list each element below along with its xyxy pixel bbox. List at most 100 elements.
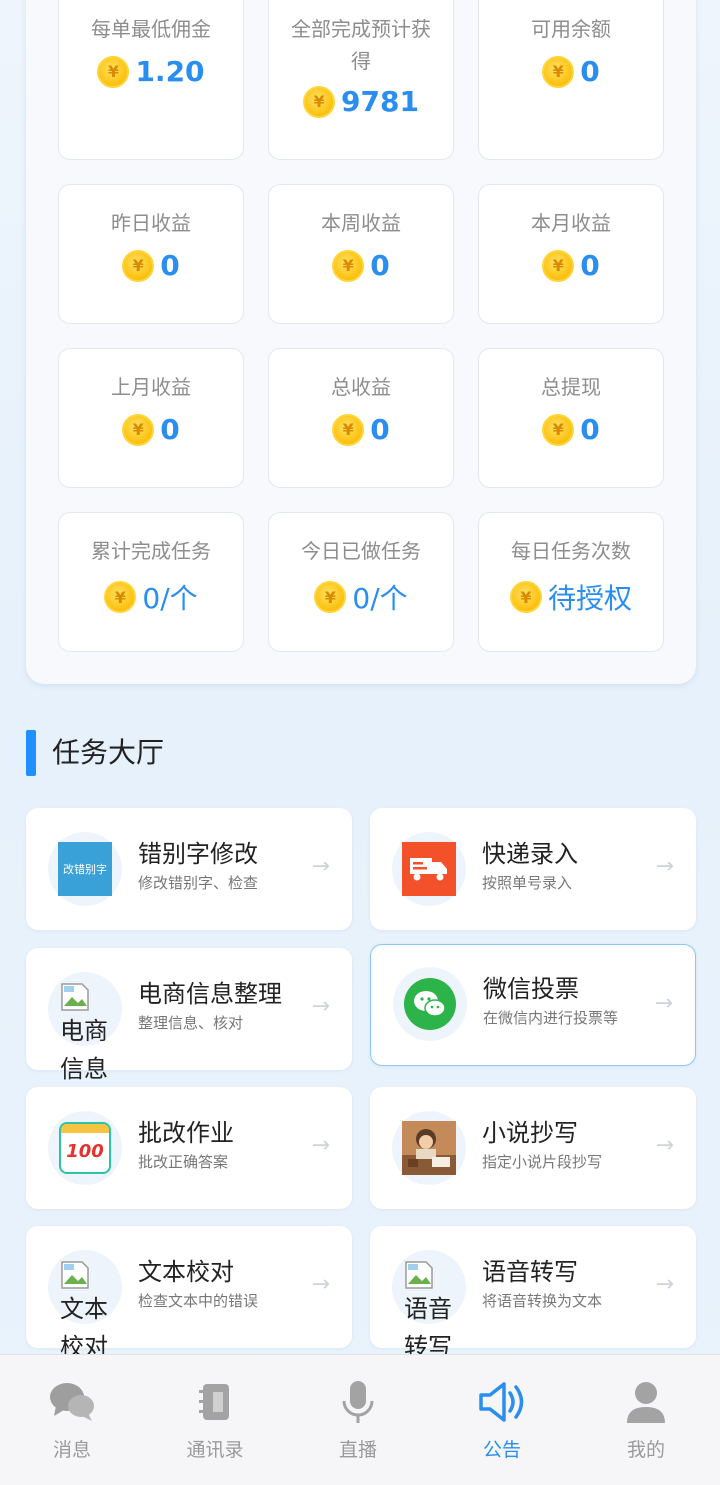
task-subtitle: 将语音转换为文本 <box>482 1292 603 1310</box>
coin-icon: ¥ <box>542 413 575 446</box>
stat-value: 1.20 <box>135 55 205 88</box>
task-title: 错别字修改 <box>138 840 258 868</box>
stat-label: 上月收益 <box>111 375 191 399</box>
stat-label: 全部完成预计获得 <box>291 17 431 73</box>
arrow-right-icon: → <box>655 854 674 879</box>
coin-icon: ¥ <box>542 55 575 88</box>
stat-value: 0 <box>370 249 390 282</box>
microphone-icon <box>303 1377 413 1427</box>
task-subtitle: 检查文本中的错误 <box>138 1292 259 1310</box>
task-subtitle: 修改错别字、检查 <box>138 874 259 892</box>
nav-item-messages[interactable]: 消息 <box>17 1377 127 1462</box>
task-card-proofread[interactable]: 文本校对 文本校对 检查文本中的错误 → <box>26 1226 352 1361</box>
nav-label: 公告 <box>482 1439 521 1461</box>
stat-cumulative-tasks: 累计完成任务 ¥ 0/个 <box>58 512 244 652</box>
stat-total-income: 总收益 ¥ 0 <box>268 348 454 488</box>
stat-value: 0 <box>580 413 600 446</box>
coin-icon: ¥ <box>104 581 137 613</box>
task-card-wechat-vote[interactable]: 微信投票 在微信内进行投票等 → <box>370 944 696 1066</box>
stat-min-commission: 每单最低佣金 ¥ 1.20 <box>58 0 244 160</box>
stat-today-tasks: 今日已做任务 ¥ 0/个 <box>268 512 454 652</box>
task-title: 微信投票 <box>483 975 579 1003</box>
authorize-link[interactable]: 待授权 <box>548 577 632 617</box>
bottom-nav: 消息 通讯录 直播 公告 我的 <box>0 1354 720 1485</box>
novel-illustration-icon <box>392 1111 466 1185</box>
stat-label: 总收益 <box>331 375 391 399</box>
contacts-book-icon <box>160 1377 270 1427</box>
stat-label: 昨日收益 <box>111 211 191 235</box>
nav-item-contacts[interactable]: 通讯录 <box>160 1377 270 1462</box>
stat-label: 可用余额 <box>531 17 611 41</box>
nav-label: 直播 <box>338 1439 377 1461</box>
nav-label: 我的 <box>626 1439 665 1461</box>
stat-label: 每单最低佣金 <box>91 17 211 41</box>
task-card-delivery[interactable]: 快递录入 按照单号录入 → <box>370 808 696 930</box>
task-title: 小说抄写 <box>482 1119 578 1147</box>
stat-label: 本周收益 <box>321 211 401 235</box>
arrow-right-icon: → <box>655 1133 674 1158</box>
coin-icon: ¥ <box>314 581 347 613</box>
stat-value: 9781 <box>341 85 419 118</box>
chat-bubbles-icon <box>17 1377 127 1427</box>
nav-item-live[interactable]: 直播 <box>303 1377 413 1462</box>
stat-value: 0 <box>370 413 390 446</box>
arrow-right-icon: → <box>311 1133 330 1158</box>
score-text: 100 <box>66 1140 104 1162</box>
section-title: 任务大厅 <box>52 736 165 769</box>
nav-item-profile[interactable]: 我的 <box>591 1377 701 1462</box>
stat-daily-task-count[interactable]: 每日任务次数 ¥ 待授权 <box>478 512 664 652</box>
task-card-transcribe[interactable]: 语音转写 语音转写 将语音转换为文本 → <box>370 1226 696 1361</box>
arrow-right-icon: → <box>654 991 673 1016</box>
stat-label: 今日已做任务 <box>301 539 421 563</box>
coin-icon: ¥ <box>332 413 365 446</box>
speaker-icon <box>447 1377 557 1427</box>
stat-label: 每日任务次数 <box>511 539 631 563</box>
stat-total-withdrawal: 总提现 ¥ 0 <box>478 348 664 488</box>
arrow-right-icon: → <box>311 994 330 1019</box>
task-subtitle: 在微信内进行投票等 <box>483 1009 619 1027</box>
task-card-ecommerce[interactable]: 电商信息 电商信息整理 整理信息、核对 → <box>26 948 352 1083</box>
broken-image-icon: 文本校对 <box>60 1260 120 1366</box>
coin-icon: ¥ <box>122 413 155 446</box>
task-title: 电商信息整理 <box>138 980 282 1008</box>
broken-image-icon: 语音转写 <box>404 1260 464 1366</box>
coin-icon: ¥ <box>509 581 542 613</box>
stat-label: 总提现 <box>541 375 601 399</box>
task-title: 批改作业 <box>138 1119 234 1147</box>
stat-month-income: 本月收益 ¥ 0 <box>478 184 664 324</box>
stat-available-balance: 可用余额 ¥ 0 <box>478 0 664 160</box>
stat-value: 0 <box>580 55 600 88</box>
stat-yesterday-income: 昨日收益 ¥ 0 <box>58 184 244 324</box>
task-title: 快递录入 <box>482 840 578 868</box>
task-subtitle: 指定小说片段抄写 <box>482 1153 603 1171</box>
arrow-right-icon: → <box>311 1272 330 1297</box>
coin-icon: ¥ <box>303 85 336 118</box>
delivery-truck-icon <box>392 832 466 906</box>
task-subtitle: 按照单号录入 <box>482 874 573 892</box>
broken-image-icon: 电商信息 <box>60 982 120 1088</box>
nav-item-announcement[interactable]: 公告 <box>447 1377 557 1462</box>
section-accent-bar <box>26 730 36 776</box>
score-100-icon: 100 <box>48 1111 122 1185</box>
stat-value: 0 <box>160 413 180 446</box>
typo-correction-icon: 改错别字 <box>48 832 122 906</box>
task-card-typo[interactable]: 改错别字 错别字修改 修改错别字、检查 → <box>26 808 352 930</box>
wechat-icon <box>393 967 467 1041</box>
coin-icon: ¥ <box>97 55 130 88</box>
user-icon <box>591 1377 701 1427</box>
arrow-right-icon: → <box>311 854 330 879</box>
task-title: 语音转写 <box>482 1258 578 1286</box>
task-card-novel[interactable]: 小说抄写 指定小说片段抄写 → <box>370 1087 696 1209</box>
coin-icon: ¥ <box>542 249 575 282</box>
image-alt-text: 电商信息 <box>60 1017 108 1083</box>
stat-week-income: 本周收益 ¥ 0 <box>268 184 454 324</box>
icon-text: 改错别字 <box>63 863 107 876</box>
stat-value: 0 <box>580 249 600 282</box>
stat-value: 0/个 <box>352 582 408 615</box>
coin-icon: ¥ <box>122 249 155 282</box>
stat-last-month-income: 上月收益 ¥ 0 <box>58 348 244 488</box>
coin-icon: ¥ <box>332 249 365 282</box>
task-card-homework[interactable]: 100 批改作业 批改正确答案 → <box>26 1087 352 1209</box>
nav-label: 消息 <box>52 1439 91 1461</box>
stat-label: 累计完成任务 <box>91 539 211 563</box>
